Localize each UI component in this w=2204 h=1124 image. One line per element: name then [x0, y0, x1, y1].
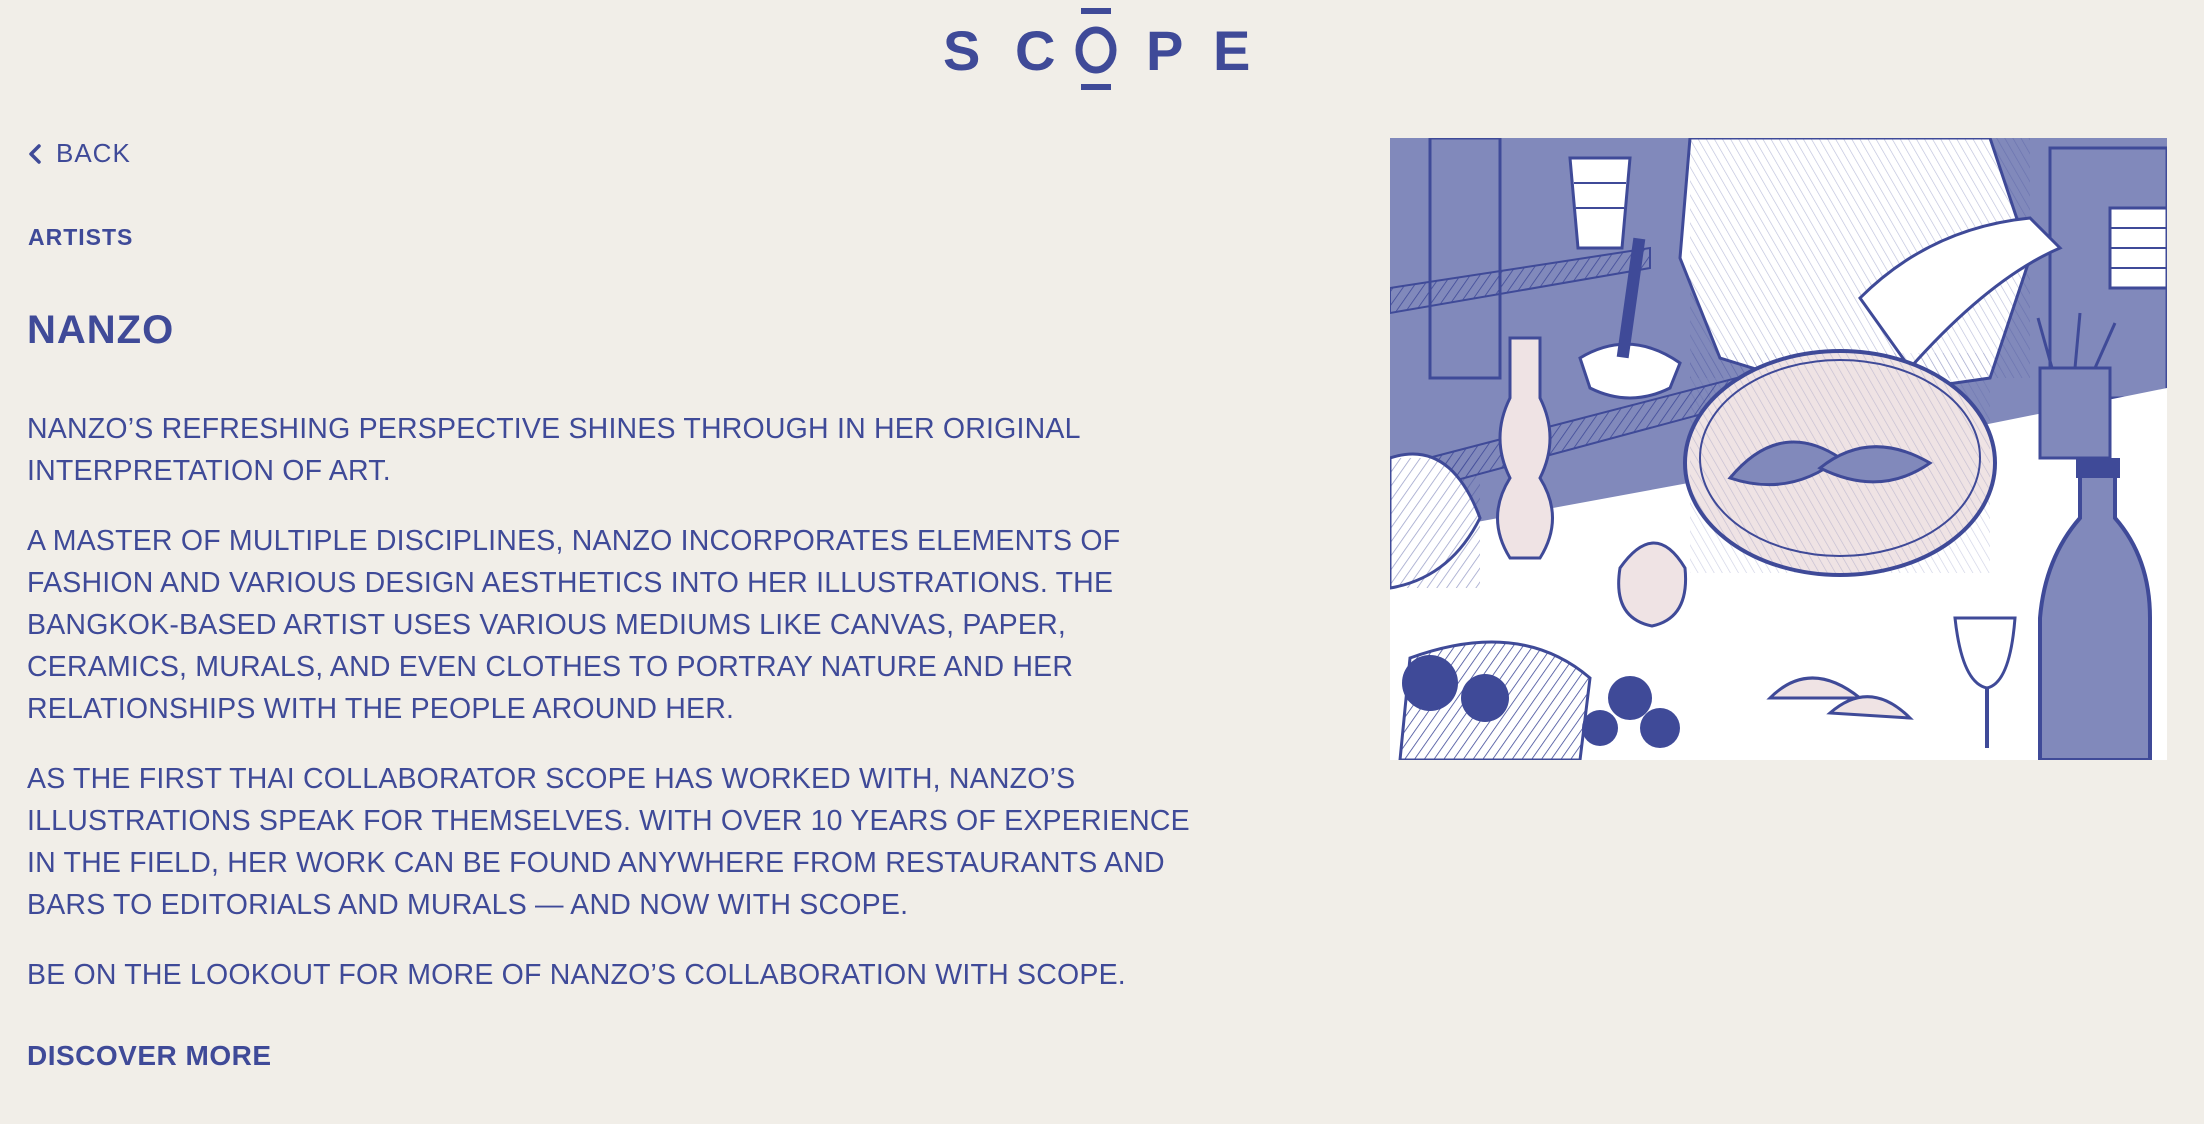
artist-bio: NANZO’S REFRESHING PERSPECTIVE SHINES TH… [27, 408, 1207, 1024]
artist-illustration [1390, 138, 2167, 760]
discover-more-link[interactable]: DISCOVER MORE [27, 1040, 272, 1072]
chevron-left-icon [29, 143, 41, 164]
svg-text:P: P [1146, 19, 1183, 82]
svg-text:C: C [1015, 19, 1055, 82]
bio-paragraph: AS THE FIRST THAI COLLABORATOR SCOPE HAS… [27, 763, 1190, 921]
artist-name: NANZO [27, 308, 175, 352]
svg-text:S: S [943, 19, 980, 82]
bio-paragraph: A MASTER OF MULTIPLE DISCIPLINES, NANZO … [27, 525, 1121, 725]
bio-paragraph: NANZO’S REFRESHING PERSPECTIVE SHINES TH… [27, 413, 1080, 487]
section-label[interactable]: ARTISTS [28, 224, 133, 251]
bio-paragraph: BE ON THE LOOKOUT FOR MORE OF NANZO’S CO… [27, 959, 1126, 991]
back-label: BACK [56, 138, 131, 168]
scope-wordmark: S C P E [943, 8, 1249, 90]
scope-logo[interactable]: S C P E [943, 6, 1249, 90]
back-link[interactable]: BACK [28, 138, 131, 169]
svg-text:E: E [1213, 19, 1249, 82]
